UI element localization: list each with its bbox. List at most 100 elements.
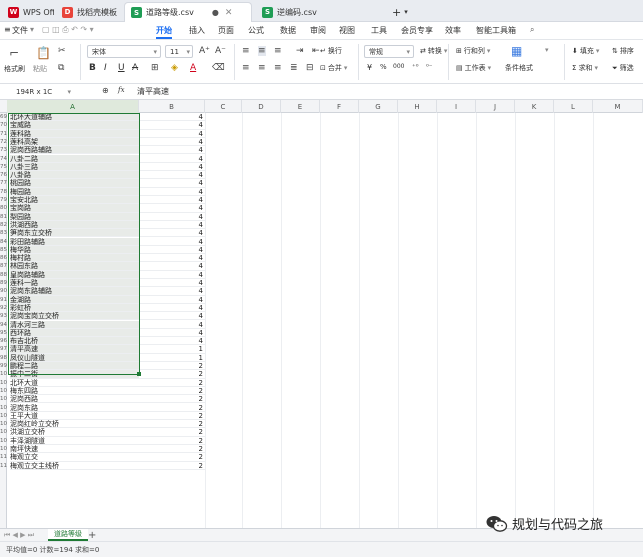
menu-insert[interactable]: 插入 bbox=[189, 25, 205, 36]
table-cell-b[interactable]: 4 bbox=[139, 221, 205, 230]
table-cell-a[interactable]: 笋岗东立交桥 bbox=[10, 229, 139, 238]
table-cell-b[interactable]: 2 bbox=[139, 462, 205, 470]
column-header-m[interactable]: M bbox=[593, 100, 643, 113]
row-number[interactable]: 110 bbox=[0, 453, 7, 461]
table-cell-a[interactable]: 丰泽湖隧道 bbox=[10, 437, 139, 445]
tab-wps-office[interactable]: W WPS Office bbox=[2, 2, 54, 22]
align-middle-icon[interactable]: ≡ bbox=[258, 46, 266, 56]
menu-file[interactable]: 文件 bbox=[12, 25, 28, 36]
fill-color-icon[interactable]: ◈ bbox=[171, 63, 178, 73]
bold-icon[interactable]: B bbox=[89, 63, 96, 73]
align-right-icon[interactable]: ≡ bbox=[274, 63, 282, 73]
table-cell-a[interactable]: 布吉北桥 bbox=[10, 337, 139, 346]
table-cell-a[interactable]: 泥岗西路辅路 bbox=[10, 146, 139, 155]
table-cell-a[interactable]: 金湖路 bbox=[10, 295, 139, 304]
table-cell-b[interactable]: 2 bbox=[139, 362, 205, 371]
menu-smart-toolbox[interactable]: 智能工具箱 bbox=[476, 25, 516, 36]
filter-button[interactable]: ⏷ 筛选 bbox=[612, 63, 634, 73]
row-number[interactable]: 102 bbox=[0, 387, 7, 395]
table-cell-a[interactable]: 彩虹桥 bbox=[10, 303, 139, 313]
table-cell-b[interactable]: 4 bbox=[139, 204, 205, 213]
sort-button[interactable]: ⇅ 排序 bbox=[612, 46, 634, 56]
table-cell-b[interactable]: 2 bbox=[139, 395, 205, 404]
row-number[interactable]: 69 bbox=[0, 113, 7, 121]
paste-label[interactable]: 粘贴 bbox=[33, 64, 47, 74]
font-shrink-icon[interactable]: A⁻ bbox=[215, 46, 226, 56]
column-header-a[interactable]: A bbox=[7, 100, 139, 113]
row-number[interactable]: 76 bbox=[0, 171, 7, 179]
row-number[interactable]: 103 bbox=[0, 395, 7, 403]
row-number[interactable]: 96 bbox=[0, 337, 7, 345]
row-number[interactable]: 73 bbox=[0, 146, 7, 154]
currency-icon[interactable]: ¥ bbox=[367, 63, 372, 72]
chevron-down-icon[interactable]: ▾ bbox=[545, 46, 549, 54]
conditional-format-label[interactable]: 条件格式 bbox=[505, 63, 533, 73]
row-number[interactable]: 85 bbox=[0, 246, 7, 254]
row-number[interactable]: 83 bbox=[0, 229, 7, 237]
table-cell-b[interactable]: 4 bbox=[139, 213, 205, 221]
row-number[interactable]: 74 bbox=[0, 155, 7, 163]
column-header-d[interactable]: D bbox=[242, 100, 281, 113]
clear-format-icon[interactable]: ⌫ bbox=[212, 63, 225, 73]
column-header-e[interactable]: E bbox=[281, 100, 320, 113]
table-cell-b[interactable]: 4 bbox=[139, 254, 205, 263]
menu-tools[interactable]: 工具 bbox=[371, 25, 387, 36]
number-format-select[interactable]: 常规 ▾ bbox=[364, 45, 414, 58]
table-cell-a[interactable]: 泥岗红岭立交桥 bbox=[10, 420, 139, 429]
font-size-select[interactable]: 11 ▾ bbox=[165, 45, 193, 58]
row-number[interactable]: 80 bbox=[0, 204, 7, 212]
table-cell-b[interactable]: 4 bbox=[139, 296, 205, 304]
row-number[interactable]: 95 bbox=[0, 329, 7, 337]
underline-icon[interactable]: U bbox=[118, 63, 125, 73]
table-cell-b[interactable]: 4 bbox=[139, 196, 205, 205]
column-header-b[interactable]: B bbox=[139, 100, 205, 113]
row-number[interactable]: 89 bbox=[0, 279, 7, 287]
wrap-text-button[interactable]: ↵ 换行 bbox=[320, 46, 342, 56]
row-number[interactable]: 106 bbox=[0, 420, 7, 428]
table-cell-b[interactable]: 4 bbox=[139, 271, 205, 279]
row-number[interactable]: 86 bbox=[0, 254, 7, 262]
table-cell-a[interactable]: 泥岗宝岗立交桥 bbox=[10, 312, 139, 321]
align-bottom-icon[interactable]: ≡ bbox=[274, 46, 282, 56]
table-cell-b[interactable]: 2 bbox=[139, 370, 205, 379]
add-sheet-button[interactable]: + bbox=[88, 530, 96, 541]
table-cell-b[interactable]: 2 bbox=[139, 404, 205, 412]
table-cell-b[interactable]: 4 bbox=[139, 321, 205, 329]
justify-icon[interactable]: ≣ bbox=[290, 63, 298, 73]
row-number[interactable]: 104 bbox=[0, 404, 7, 412]
row-number[interactable]: 81 bbox=[0, 213, 7, 221]
format-painter-icon[interactable]: ⌐ bbox=[9, 46, 19, 60]
column-header-g[interactable]: G bbox=[359, 100, 398, 113]
hamburger-icon[interactable]: ≡ bbox=[4, 25, 11, 34]
table-cell-a[interactable]: 莲科高架 bbox=[10, 137, 139, 147]
spreadsheet-grid[interactable]: ABCDEFGHIJKLM 69 70 71 72 73 74 75 76 77 78 79 80 81… bbox=[0, 100, 643, 528]
table-cell-b[interactable]: 4 bbox=[139, 121, 205, 130]
table-cell-b[interactable]: 2 bbox=[139, 453, 205, 462]
row-number[interactable]: 79 bbox=[0, 196, 7, 204]
percent-button[interactable]: % bbox=[380, 63, 387, 71]
align-left-icon[interactable]: ≡ bbox=[242, 63, 250, 73]
table-cell-a[interactable]: 泥岗西路 bbox=[10, 395, 139, 404]
table-cell-a[interactable]: 彩田路辅路 bbox=[10, 237, 139, 246]
menu-view[interactable]: 视图 bbox=[339, 25, 355, 36]
row-number[interactable]: 108 bbox=[0, 437, 7, 445]
thousands-button[interactable]: 000 bbox=[393, 63, 404, 70]
column-header-c[interactable]: C bbox=[205, 100, 242, 113]
menu-home[interactable]: 开始 bbox=[156, 25, 172, 36]
menu-page[interactable]: 页面 bbox=[218, 25, 234, 36]
row-number[interactable]: 101 bbox=[0, 379, 7, 387]
table-cell-a[interactable]: 宝岗路 bbox=[10, 204, 139, 213]
table-cell-a[interactable]: 宝威路 bbox=[10, 121, 139, 130]
font-grow-icon[interactable]: A⁺ bbox=[199, 46, 210, 56]
table-cell-a[interactable]: 梅华路 bbox=[10, 245, 139, 255]
table-cell-b[interactable]: 4 bbox=[139, 304, 205, 313]
column-header-f[interactable]: F bbox=[320, 100, 359, 113]
row-number[interactable]: 111 bbox=[0, 462, 7, 470]
table-cell-b[interactable]: 2 bbox=[139, 387, 205, 396]
sheet-tab-active[interactable]: 道路等级 bbox=[48, 529, 88, 541]
table-cell-b[interactable]: 2 bbox=[139, 379, 205, 387]
increase-decimal-icon[interactable]: ⁺⁰ bbox=[412, 63, 419, 71]
italic-icon[interactable]: I bbox=[104, 63, 107, 73]
table-cell-a[interactable]: 振中二街 bbox=[10, 370, 139, 379]
tab-road-grade-csv[interactable]: S 道路等级.csv ● ✕ bbox=[124, 2, 252, 22]
